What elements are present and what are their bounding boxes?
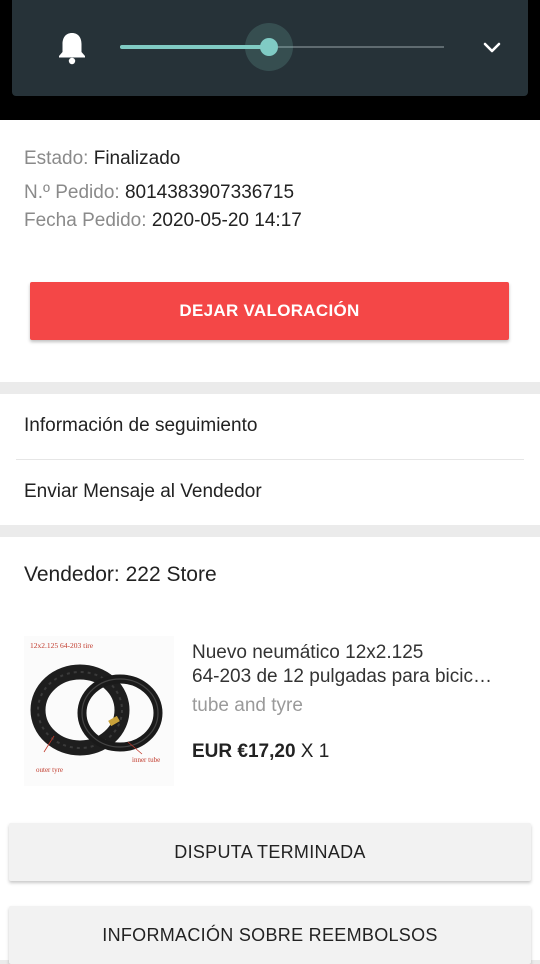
order-status-value: Finalizado (93, 148, 181, 169)
order-summary-card: Estado: Finalizado N.º Pedido: 801438390… (0, 120, 540, 382)
product-title[interactable]: Nuevo neumático 12x2.125 64-203 de 12 pu… (192, 641, 522, 689)
refund-info-button[interactable]: INFORMACIÓN SOBRE REEMBOLSOS (9, 906, 531, 964)
product-image[interactable]: 12x2.125 64-203 tire outer tyre inner tu… (24, 636, 174, 786)
product-title-line1: Nuevo neumático 12x2.125 (192, 642, 424, 663)
order-date-label: Fecha Pedido: (24, 210, 147, 231)
product-title-line2: 64-203 de 12 pulgadas para bicic… (192, 666, 492, 687)
order-status-label: Estado: (24, 148, 89, 169)
tire-illustration: 12x2.125 64-203 tire outer tyre inner tu… (24, 636, 174, 786)
dispute-finished-button[interactable]: DISPUTA TERMINADA (9, 823, 531, 881)
product-variant: tube and tyre (192, 695, 303, 716)
leave-review-button[interactable]: DEJAR VALORACIÓN (30, 282, 509, 340)
order-date-value: 2020-05-20 14:17 (151, 210, 302, 231)
bell-icon[interactable] (56, 30, 88, 66)
image-caption-top: 12x2.125 64-203 tire (30, 641, 94, 650)
tracking-info-link[interactable]: Información de seguimiento (0, 394, 540, 460)
volume-panel (12, 0, 528, 96)
message-seller-link[interactable]: Enviar Mensaje al Vendedor (0, 460, 540, 525)
product-quantity: X 1 (300, 741, 330, 762)
volume-slider-thumb[interactable] (260, 38, 279, 56)
message-seller-label: Enviar Mensaje al Vendedor (24, 481, 262, 502)
order-number-value: 8014383907336715 (124, 182, 295, 203)
chevron-down-icon[interactable] (480, 38, 504, 58)
product-price-row: EUR €17,20 X 1 (192, 741, 329, 763)
product-price: EUR €17,20 (192, 741, 296, 762)
tracking-info-label: Información de seguimiento (24, 415, 258, 436)
seller-name[interactable]: Vendedor: 222 Store (24, 563, 217, 587)
product-card: Vendedor: 222 Store 12x2.125 64-203 tire… (0, 537, 540, 964)
order-links-card: Información de seguimiento Enviar Mensaj… (0, 394, 540, 525)
order-number: N.º Pedido: 8014383907336715 (24, 182, 294, 204)
image-caption-inner: inner tube (132, 756, 160, 764)
order-number-label: N.º Pedido: (24, 182, 120, 203)
order-status: Estado: Finalizado (24, 148, 180, 170)
image-caption-outer: outer tyre (36, 766, 63, 774)
status-overlay (0, 0, 540, 120)
order-date: Fecha Pedido: 2020-05-20 14:17 (24, 210, 302, 232)
